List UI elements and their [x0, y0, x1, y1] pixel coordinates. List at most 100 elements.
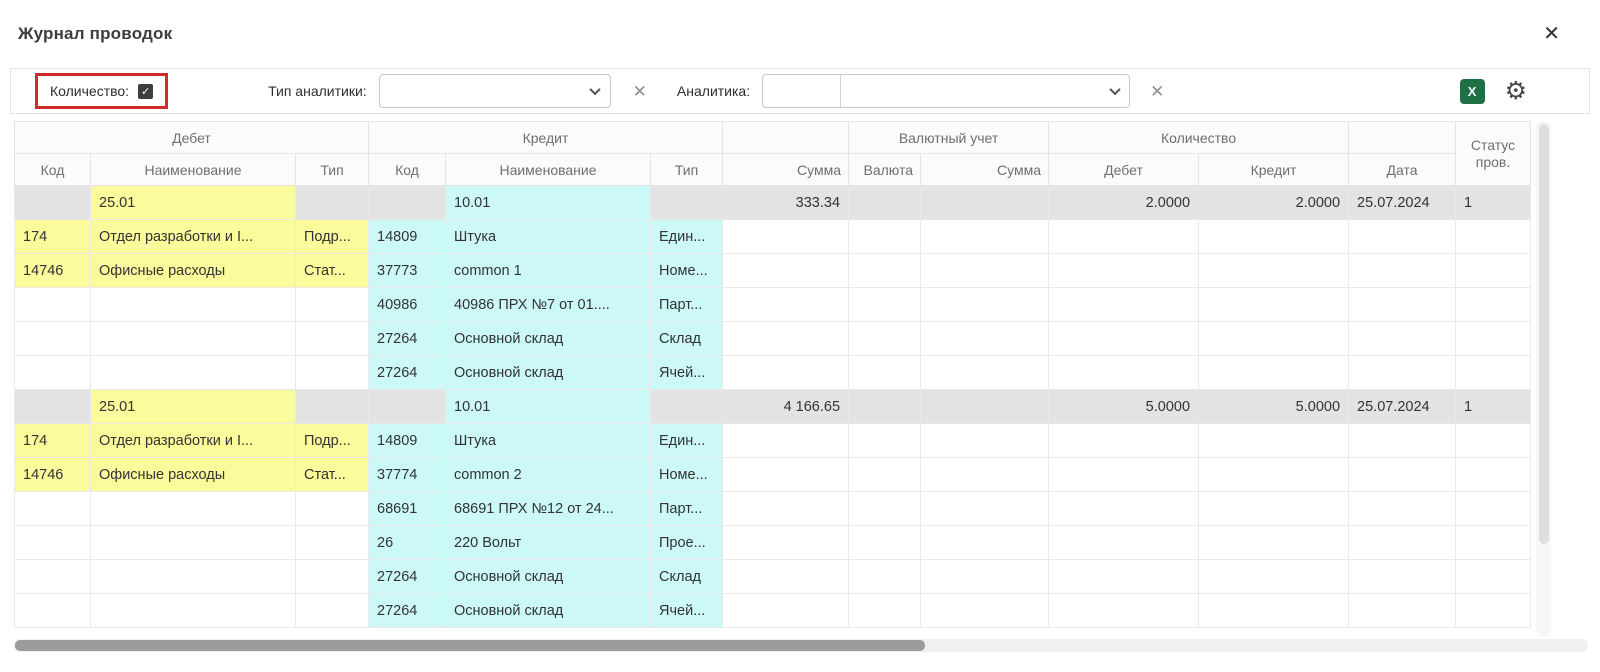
- cell-credit-code[interactable]: [369, 390, 446, 424]
- cell-credit-type[interactable]: [651, 390, 723, 424]
- cell-date[interactable]: [1349, 254, 1456, 288]
- table-row[interactable]: 25.0110.014 166.655.00005.000025.07.2024…: [15, 390, 1531, 424]
- table-row[interactable]: 27264Основной складЯчей...: [15, 356, 1531, 390]
- cell-debit-name[interactable]: 25.01: [91, 186, 296, 220]
- cell-sum[interactable]: [723, 560, 849, 594]
- cell-qty-debit[interactable]: [1049, 560, 1199, 594]
- cell-qty-credit[interactable]: [1199, 492, 1349, 526]
- cell-qty-credit[interactable]: [1199, 594, 1349, 628]
- cell-debit-name[interactable]: Отдел разработки и I...: [91, 424, 296, 458]
- cell-currency-sum[interactable]: [921, 526, 1049, 560]
- cell-sum[interactable]: 4 166.65: [723, 390, 849, 424]
- cell-debit-type[interactable]: [296, 492, 369, 526]
- cell-credit-type[interactable]: Парт...: [651, 288, 723, 322]
- cell-debit-code[interactable]: [15, 594, 91, 628]
- cell-sum[interactable]: [723, 594, 849, 628]
- cell-debit-name[interactable]: [91, 594, 296, 628]
- cell-credit-name[interactable]: 68691 ПРХ №12 от 24...: [446, 492, 651, 526]
- cell-currency[interactable]: [849, 186, 921, 220]
- cell-currency[interactable]: [849, 594, 921, 628]
- cell-status[interactable]: [1456, 458, 1531, 492]
- cell-date[interactable]: 25.07.2024: [1349, 390, 1456, 424]
- vertical-scrollbar-thumb[interactable]: [1539, 124, 1549, 544]
- cell-debit-name[interactable]: [91, 356, 296, 390]
- cell-currency[interactable]: [849, 560, 921, 594]
- cell-credit-code[interactable]: 14809: [369, 220, 446, 254]
- cell-currency[interactable]: [849, 254, 921, 288]
- cell-date[interactable]: [1349, 526, 1456, 560]
- cell-currency-sum[interactable]: [921, 594, 1049, 628]
- analytics-type-select[interactable]: [379, 74, 611, 108]
- cell-debit-type[interactable]: [296, 288, 369, 322]
- cell-debit-type[interactable]: Стат...: [296, 254, 369, 288]
- cell-credit-name[interactable]: Основной склад: [446, 356, 651, 390]
- cell-status[interactable]: [1456, 288, 1531, 322]
- cell-credit-code[interactable]: 37774: [369, 458, 446, 492]
- cell-credit-name[interactable]: Основной склад: [446, 322, 651, 356]
- clear-analytics-icon[interactable]: ✕: [1150, 83, 1164, 100]
- table-row[interactable]: 6869168691 ПРХ №12 от 24...Парт...: [15, 492, 1531, 526]
- cell-credit-type[interactable]: Един...: [651, 424, 723, 458]
- analytics-code-input[interactable]: [763, 75, 841, 107]
- cell-status[interactable]: 1: [1456, 186, 1531, 220]
- cell-debit-type[interactable]: [296, 322, 369, 356]
- cell-credit-type[interactable]: Склад: [651, 322, 723, 356]
- cell-date[interactable]: [1349, 356, 1456, 390]
- cell-debit-name[interactable]: [91, 322, 296, 356]
- cell-qty-debit[interactable]: [1049, 424, 1199, 458]
- cell-currency-sum[interactable]: [921, 220, 1049, 254]
- cell-date[interactable]: [1349, 288, 1456, 322]
- cell-debit-code[interactable]: [15, 560, 91, 594]
- table-row[interactable]: 27264Основной складСклад: [15, 322, 1531, 356]
- cell-qty-credit[interactable]: [1199, 288, 1349, 322]
- cell-currency[interactable]: [849, 424, 921, 458]
- table-row[interactable]: 174Отдел разработки и I...Подр...14809Шт…: [15, 424, 1531, 458]
- cell-sum[interactable]: [723, 356, 849, 390]
- cell-credit-code[interactable]: 27264: [369, 322, 446, 356]
- cell-debit-type[interactable]: Подр...: [296, 424, 369, 458]
- cell-debit-type[interactable]: [296, 560, 369, 594]
- cell-status[interactable]: [1456, 594, 1531, 628]
- cell-debit-type[interactable]: [296, 186, 369, 220]
- cell-date[interactable]: [1349, 424, 1456, 458]
- cell-sum[interactable]: [723, 322, 849, 356]
- cell-currency-sum[interactable]: [921, 492, 1049, 526]
- cell-sum[interactable]: [723, 526, 849, 560]
- cell-debit-code[interactable]: 14746: [15, 458, 91, 492]
- cell-credit-code[interactable]: 37773: [369, 254, 446, 288]
- cell-status[interactable]: [1456, 424, 1531, 458]
- cell-qty-debit[interactable]: 5.0000: [1049, 390, 1199, 424]
- cell-date[interactable]: [1349, 322, 1456, 356]
- cell-debit-code[interactable]: [15, 322, 91, 356]
- table-row[interactable]: 14746Офисные расходыСтат...37774common 2…: [15, 458, 1531, 492]
- cell-credit-code[interactable]: 27264: [369, 356, 446, 390]
- cell-credit-type[interactable]: Номе...: [651, 458, 723, 492]
- cell-credit-type[interactable]: Един...: [651, 220, 723, 254]
- cell-date[interactable]: [1349, 594, 1456, 628]
- cell-credit-type[interactable]: Номе...: [651, 254, 723, 288]
- cell-credit-type[interactable]: [651, 186, 723, 220]
- horizontal-scrollbar[interactable]: [14, 639, 1588, 652]
- cell-credit-type[interactable]: Склад: [651, 560, 723, 594]
- cell-qty-debit[interactable]: [1049, 220, 1199, 254]
- table-row[interactable]: 27264Основной складСклад: [15, 560, 1531, 594]
- cell-debit-code[interactable]: 174: [15, 220, 91, 254]
- cell-debit-code[interactable]: [15, 356, 91, 390]
- horizontal-scrollbar-thumb[interactable]: [15, 640, 925, 651]
- cell-currency[interactable]: [849, 492, 921, 526]
- cell-sum[interactable]: [723, 288, 849, 322]
- cell-sum[interactable]: [723, 254, 849, 288]
- cell-qty-credit[interactable]: 2.0000: [1199, 186, 1349, 220]
- cell-qty-credit[interactable]: [1199, 322, 1349, 356]
- cell-credit-code[interactable]: 26: [369, 526, 446, 560]
- cell-credit-code[interactable]: 27264: [369, 560, 446, 594]
- cell-credit-name[interactable]: Основной склад: [446, 594, 651, 628]
- table-row[interactable]: 174Отдел разработки и I...Подр...14809Шт…: [15, 220, 1531, 254]
- cell-debit-code[interactable]: [15, 526, 91, 560]
- cell-credit-code[interactable]: 14809: [369, 424, 446, 458]
- cell-date[interactable]: [1349, 560, 1456, 594]
- table-row[interactable]: 26220 ВольтПрое...: [15, 526, 1531, 560]
- cell-currency[interactable]: [849, 526, 921, 560]
- cell-debit-type[interactable]: [296, 356, 369, 390]
- cell-status[interactable]: [1456, 492, 1531, 526]
